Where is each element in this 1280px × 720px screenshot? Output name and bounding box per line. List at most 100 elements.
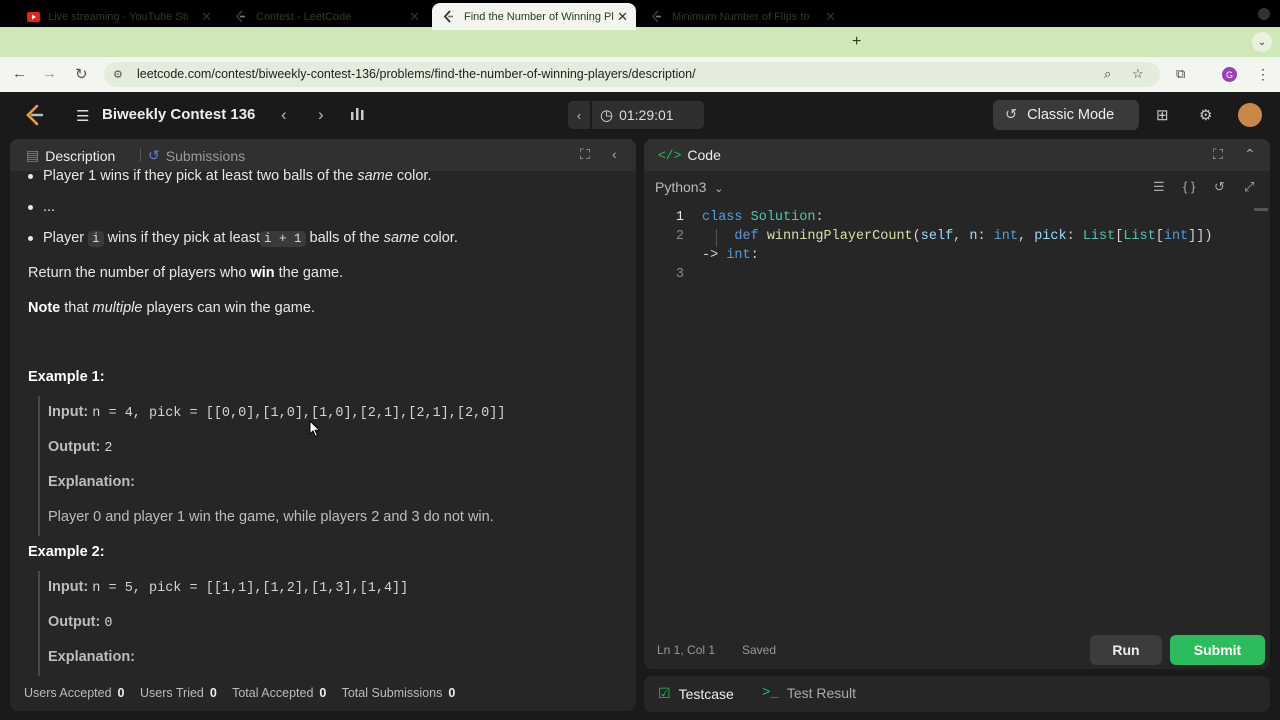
text: wins if they pick at least: [103, 230, 260, 246]
reset-code-icon[interactable]: ↺: [1214, 179, 1225, 195]
history-icon: ↺: [148, 147, 160, 163]
tab-search-button[interactable]: ⌄: [1252, 32, 1272, 52]
settings-gear-icon[interactable]: ⚙: [1199, 106, 1212, 124]
browser-tab-flips[interactable]: Minimum Number of Flips to Make ✕: [640, 3, 844, 30]
submit-button[interactable]: Submit: [1170, 635, 1265, 665]
language-select[interactable]: Python3 ⌄: [655, 179, 723, 195]
url-text[interactable]: leetcode.com/contest/biweekly-contest-13…: [137, 67, 696, 81]
run-button[interactable]: Run: [1090, 635, 1162, 665]
checkbox-icon: ☑: [658, 685, 671, 701]
browser-tab-contest[interactable]: Contest - LeetCode ✕: [224, 3, 428, 30]
tab-label: Contest - LeetCode: [256, 10, 352, 23]
problem-list-icon[interactable]: ☰: [76, 107, 89, 125]
chevron-down-icon: ⌄: [714, 183, 724, 195]
next-problem-chevron-icon[interactable]: ›: [318, 105, 324, 125]
maximize-icon[interactable]: ⛶: [1213, 146, 1223, 163]
code-token: Solution: [750, 210, 816, 225]
tab-label: Live streaming - YouTube Studio: [48, 10, 188, 23]
label: Input:: [48, 404, 89, 420]
prev-problem-chevron-icon[interactable]: ‹: [281, 105, 287, 125]
code-panel-header: </> Code ⛶ ⌃: [644, 139, 1270, 171]
value: 0: [104, 616, 113, 631]
label: Output:: [48, 439, 101, 455]
code-tab[interactable]: </> Code: [658, 147, 721, 163]
fullscreen-icon[interactable]: ⤢: [1244, 179, 1254, 195]
timer-collapse-button[interactable]: ‹: [568, 101, 590, 129]
close-icon[interactable]: ✕: [409, 9, 420, 25]
code-token: int: [993, 229, 1018, 244]
undo-mode-icon: ↺: [1005, 107, 1018, 123]
profile-avatar[interactable]: G: [1222, 67, 1237, 82]
code-tab-label: Code: [687, 147, 721, 163]
close-icon[interactable]: ✕: [617, 9, 628, 25]
collapse-up-icon[interactable]: ⌃: [1244, 146, 1256, 163]
code-token: def: [734, 229, 759, 244]
collapse-panel-icon[interactable]: ‹: [612, 146, 617, 162]
zoom-icon[interactable]: ⌕: [1104, 66, 1111, 82]
stat-value: 0: [209, 686, 217, 700]
forward-arrow-icon[interactable]: →: [42, 65, 57, 82]
bullet: [28, 173, 33, 179]
bookmark-star-icon[interactable]: ☆: [1132, 66, 1144, 82]
new-tab-button[interactable]: +: [852, 33, 861, 51]
reload-icon[interactable]: ↻: [75, 65, 88, 83]
example-2-explanation-label: Explanation:: [48, 649, 135, 665]
leetcode-icon: [442, 10, 456, 24]
inline-code: i: [88, 231, 104, 247]
leetcode-logo[interactable]: [24, 104, 46, 126]
tab-description[interactable]: ▤ Description: [26, 147, 115, 164]
contest-timer[interactable]: ◷ 01:29:01: [592, 101, 704, 129]
testcase-panel: [644, 676, 1270, 712]
browser-menu-icon[interactable]: ⋮: [1256, 66, 1270, 83]
list-item: Player i wins if they pick at least i + 1…: [28, 230, 458, 247]
back-arrow-icon[interactable]: ←: [12, 65, 27, 82]
browser-tab-youtube[interactable]: Live streaming - YouTube Studio ✕: [16, 3, 220, 30]
browser-tab-problem[interactable]: Find the Number of Winning Players ✕: [432, 3, 636, 30]
example-1-explanation: Player 0 and player 1 win the game, whil…: [48, 509, 494, 525]
description-panel-header: ▤ Description ↺ Submissions ⛶ ‹: [10, 139, 636, 171]
contest-title[interactable]: Biweekly Contest 136: [102, 106, 255, 123]
text: multiple: [92, 300, 143, 316]
line-number: 3: [675, 267, 684, 282]
user-avatar[interactable]: [1238, 103, 1262, 127]
example-2-block-border: [38, 571, 40, 676]
example-1-title: Example 1:: [28, 369, 105, 385]
extensions-icon[interactable]: ⧉: [1176, 66, 1185, 82]
youtube-icon: [26, 10, 40, 24]
tab-test-result[interactable]: >_ Test Result: [762, 685, 856, 701]
ranking-bars-icon[interactable]: [350, 106, 366, 123]
format-lines-icon[interactable]: ☰: [1153, 179, 1165, 195]
code-token: List: [1082, 229, 1116, 244]
close-icon[interactable]: ✕: [201, 9, 212, 25]
example-2-output: Output: 0: [48, 614, 112, 631]
maximize-icon[interactable]: ⛶: [580, 146, 590, 163]
text: balls of the: [305, 230, 384, 246]
stat-value: 0: [448, 686, 456, 700]
braces-icon[interactable]: { }: [1183, 179, 1195, 194]
text: color.: [392, 168, 432, 184]
example-2-title: Example 2:: [28, 544, 105, 560]
code-line-2-wrap[interactable]: -> int:: [702, 248, 759, 263]
mode-label: Classic Mode: [1027, 107, 1115, 123]
site-info-icon[interactable]: ⚙: [113, 68, 123, 81]
classic-mode-button[interactable]: ↺ Classic Mode: [993, 100, 1139, 130]
stat-label: Total Submissions: [341, 686, 443, 700]
terminal-icon: >_: [762, 685, 779, 701]
editor-scrollbar[interactable]: [1254, 208, 1268, 211]
code-line-2[interactable]: def winningPlayerCount(self, n: int, pic…: [702, 229, 1212, 244]
code-brackets-icon: </>: [658, 147, 682, 163]
code-token: pick: [1034, 229, 1067, 244]
text: Player: [43, 230, 89, 246]
text: win: [250, 265, 275, 281]
text: color.: [419, 230, 458, 246]
tab-submissions[interactable]: ↺ Submissions: [148, 147, 245, 164]
value: n = 4, pick = [[0,0],[1,0],[1,0],[2,1],[…: [92, 406, 506, 421]
code-token: self: [920, 229, 954, 244]
close-icon[interactable]: ✕: [825, 9, 836, 25]
tab-testcase[interactable]: ☑ Testcase: [658, 685, 734, 702]
layout-grid-icon[interactable]: ⊞: [1156, 106, 1169, 124]
timer-value: 01:29:01: [619, 107, 674, 123]
code-line-1[interactable]: class Solution:: [702, 210, 824, 225]
leetcode-icon: [650, 10, 664, 24]
example-1-block-border: [38, 396, 40, 536]
